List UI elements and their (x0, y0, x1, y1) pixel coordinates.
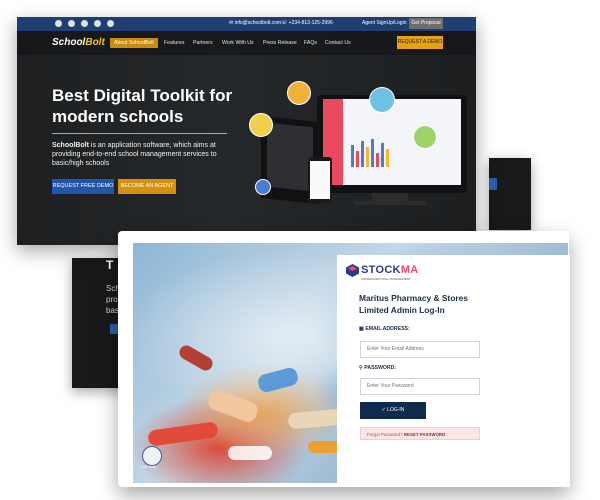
whatsapp-icon[interactable] (55, 20, 62, 27)
email-field[interactable] (360, 341, 480, 358)
login-title: Maritus Pharmacy & Stores Limited Admin … (359, 293, 468, 315)
avatar (369, 87, 395, 113)
login-panel (337, 255, 570, 487)
chart-bar (376, 153, 379, 167)
background-screenshot-right (489, 158, 531, 230)
laptop-screen (267, 122, 313, 192)
hero-description: SchoolBolt is an application software, w… (52, 142, 217, 167)
stockmate-logo[interactable]: STOCKMA (361, 264, 419, 276)
nav-features[interactable]: Features (164, 40, 184, 46)
chart-bar (366, 147, 369, 167)
contact-email[interactable]: ✉ info@schoolbolt.com (229, 20, 281, 26)
live-help-label: Live Help (141, 465, 156, 469)
nav-work-with-us[interactable]: Work With Us (222, 40, 254, 46)
partial-text: bas (106, 306, 119, 315)
instagram-icon[interactable] (107, 20, 114, 27)
live-help-icon[interactable] (142, 446, 162, 466)
nav-about[interactable]: About SchoolBolt (110, 38, 158, 48)
reset-password-link[interactable]: RESET PASSWORD (404, 432, 445, 437)
monitor-base (354, 201, 426, 205)
avatar (413, 125, 437, 149)
agent-login-link[interactable]: Agent SignUp/Login (362, 20, 406, 26)
title-underline (52, 133, 227, 134)
avatar (249, 113, 273, 137)
logo-tagline: PHARMACEUTICAL MANAGEMENT (361, 277, 411, 281)
login-button[interactable]: ✓ LOG-IN (360, 402, 426, 419)
chart-bar (356, 151, 359, 167)
facebook-icon[interactable] (68, 20, 75, 27)
email-label: ▦ EMAIL ADDRESS: (359, 326, 410, 332)
get-proposal-button[interactable]: Get Proposal (409, 18, 443, 29)
graduation-cap-icon (255, 179, 271, 195)
phone-screen (310, 161, 330, 199)
stockmate-logo-icon (346, 264, 359, 277)
hero-title: Best Digital Toolkit for modern schools (52, 86, 233, 126)
twitter-icon[interactable] (81, 20, 88, 27)
dashboard-screen (323, 99, 461, 185)
chart-bar (381, 143, 384, 167)
partial-heading: T (106, 258, 114, 272)
youtube-icon[interactable] (94, 20, 101, 27)
chart-bar (386, 149, 389, 167)
become-agent-button[interactable]: BECOME AN AGENT (118, 179, 176, 194)
request-free-demo-button[interactable]: REQUEST FREE DEMO (52, 179, 114, 194)
partial-text: pro (106, 295, 118, 304)
avatar (287, 81, 311, 105)
schoolbolt-logo[interactable]: SchoolBolt (52, 37, 105, 48)
schoolbolt-screenshot: ✉ info@schoolbolt.com ☏ +234-813-125-299… (17, 17, 476, 245)
chart-bar (351, 145, 354, 167)
password-label: ⚲ PASSWORD: (359, 365, 397, 371)
nav-press-release[interactable]: Press Release (263, 40, 297, 46)
monitor-stand (372, 193, 408, 201)
partial-button (489, 178, 497, 190)
pill-image (228, 446, 272, 460)
password-field[interactable] (360, 378, 480, 395)
forgot-password-banner: Forgot Password? RESET PASSWORD (360, 427, 480, 440)
nav-partners[interactable]: Partners (193, 40, 213, 46)
chart-bar (371, 139, 374, 167)
chart-bar (361, 141, 364, 167)
request-demo-button[interactable]: REQUEST A DEMO (397, 36, 443, 49)
nav-contact[interactable]: Contact Us (325, 40, 351, 46)
nav-faqs[interactable]: FAQs (304, 40, 317, 46)
contact-phone[interactable]: ☏ +234-813-125-2996 (281, 20, 333, 26)
